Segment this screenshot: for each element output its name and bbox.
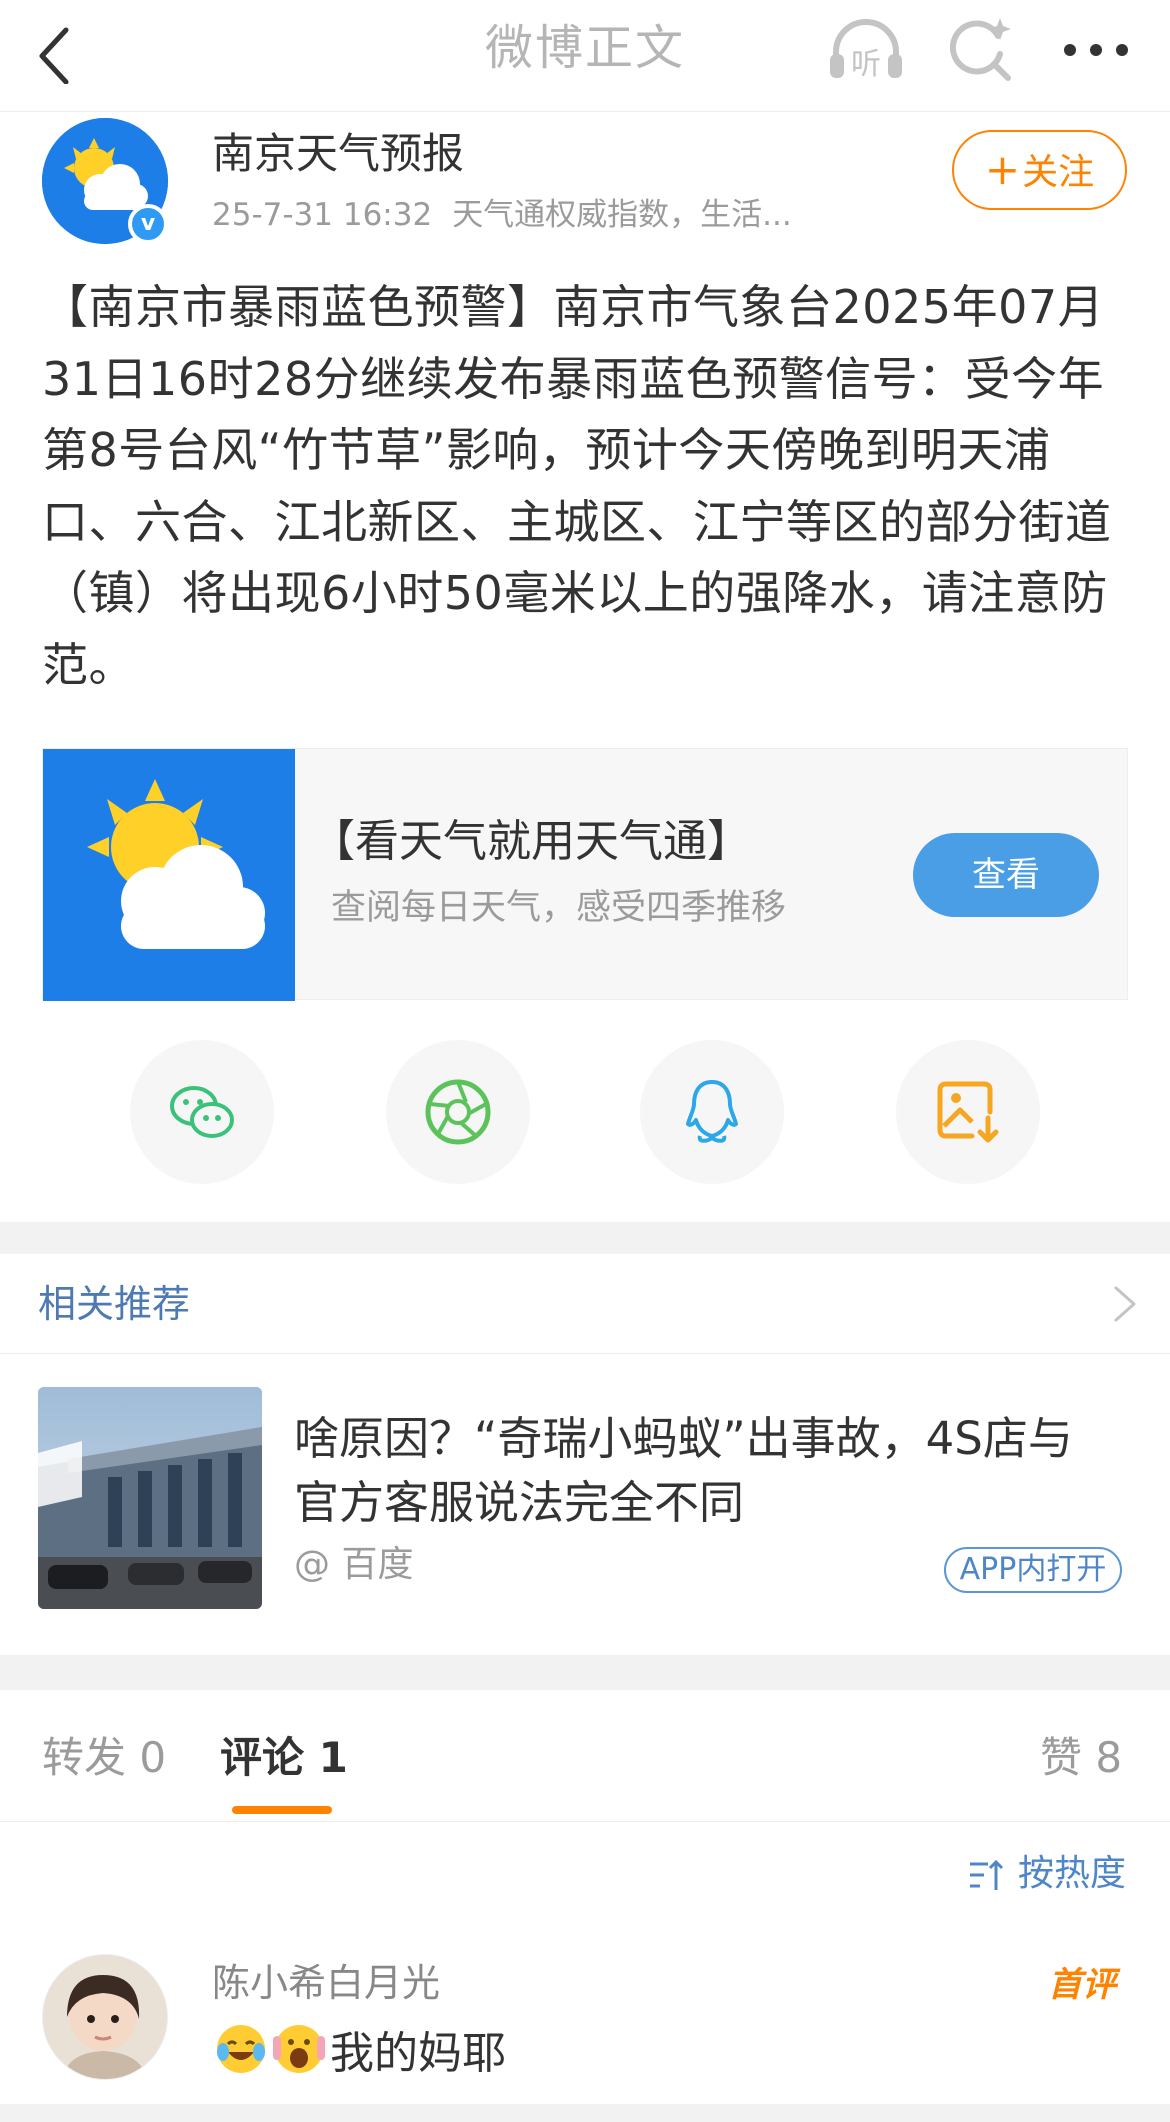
follow-label: 关注 (1022, 152, 1095, 193)
post-meta: 25-7-31 16:32 天气通权威指数，生活... (212, 194, 792, 236)
weather-app-icon (43, 749, 295, 1001)
tab-like[interactable]: 赞 8 (1040, 1730, 1122, 1786)
article-source: @ 百度 (294, 1544, 414, 1585)
moments-icon (425, 1079, 491, 1145)
section-divider (0, 1655, 1170, 1690)
more-button[interactable] (1056, 14, 1136, 84)
card-subtitle: 查阅每日天气，感受四季推移 (331, 888, 787, 928)
active-tab-indicator (232, 1806, 332, 1814)
commenter-avatar[interactable] (42, 1954, 168, 2080)
article-thumbnail (38, 1387, 262, 1609)
plus-icon: + (984, 145, 1021, 194)
related-header[interactable]: 相关推荐 (0, 1254, 1170, 1354)
share-moments-button[interactable] (386, 1040, 530, 1184)
bottom-divider (0, 2104, 1170, 2122)
post-body: 【南京市暴雨蓝色预警】南京市气象台2025年07月31日16时28分继续发布暴雨… (42, 280, 1112, 692)
sort-icon (970, 1859, 1004, 1890)
related-title: 相关推荐 (38, 1282, 191, 1326)
section-divider (0, 1222, 1170, 1254)
screaming-emoji-icon (273, 2025, 325, 2073)
comment-item[interactable]: 陈小希白月光 我的妈耶 首评 (0, 1940, 1170, 2122)
app-link-card[interactable]: 【看天气就用天气通】 查阅每日天气，感受四季推移 查看 (42, 748, 1128, 1001)
card-title: 【看天气就用天气通】 (311, 816, 751, 867)
first-comment-badge: 首评 (1048, 1965, 1116, 2005)
view-button[interactable]: 查看 (913, 833, 1099, 917)
more-dots-icon (1064, 44, 1128, 56)
chevron-right-icon (1114, 1286, 1136, 1322)
search-button[interactable] (946, 14, 1016, 84)
save-image-icon (937, 1081, 999, 1143)
interaction-tabs: 转发 0 评论 1 赞 8 (0, 1690, 1170, 1822)
listen-button[interactable]: 听 (826, 14, 906, 84)
comment-text: 我的妈耶 (214, 2022, 506, 2084)
save-image-button[interactable] (896, 1040, 1040, 1184)
commenter-name[interactable]: 陈小希白月光 (212, 1958, 440, 2008)
related-article[interactable]: 啥原因？“奇瑞小蚂蚁”出事故，4S店与官方客服说法完全不同 @ 百度 APP内打… (0, 1355, 1170, 1655)
post-time: 25-7-31 16:32 (212, 197, 433, 233)
share-qq-button[interactable] (640, 1040, 784, 1184)
svg-text:听: 听 (851, 47, 881, 82)
verified-badge: v (128, 204, 168, 244)
follow-button[interactable]: +关注 (952, 130, 1127, 210)
tab-comment[interactable]: 评论 1 (220, 1730, 348, 1786)
tab-repost[interactable]: 转发 0 (42, 1730, 166, 1786)
sort-by-hot-button[interactable]: 按热度 (968, 1846, 1126, 1902)
search-sparkle-icon (949, 18, 1011, 81)
post-source: 天气通权威指数，生活... (452, 197, 792, 233)
top-nav-bar: 微博正文 听 (0, 0, 1170, 112)
author-name[interactable]: 南京天气预报 (212, 126, 464, 182)
crying-laughing-emoji-icon (217, 2025, 265, 2073)
open-in-app-button[interactable]: APP内打开 (944, 1547, 1122, 1593)
headphones-icon: 听 (830, 19, 902, 82)
wechat-icon (170, 1086, 234, 1138)
qq-icon (686, 1080, 738, 1143)
sort-label: 按热度 (1018, 1853, 1127, 1894)
comment-body: 我的妈耶 (330, 2028, 506, 2079)
share-wechat-button[interactable] (130, 1040, 274, 1184)
article-headline: 啥原因？“奇瑞小蚂蚁”出事故，4S店与官方客服说法完全不同 (294, 1412, 1073, 1529)
